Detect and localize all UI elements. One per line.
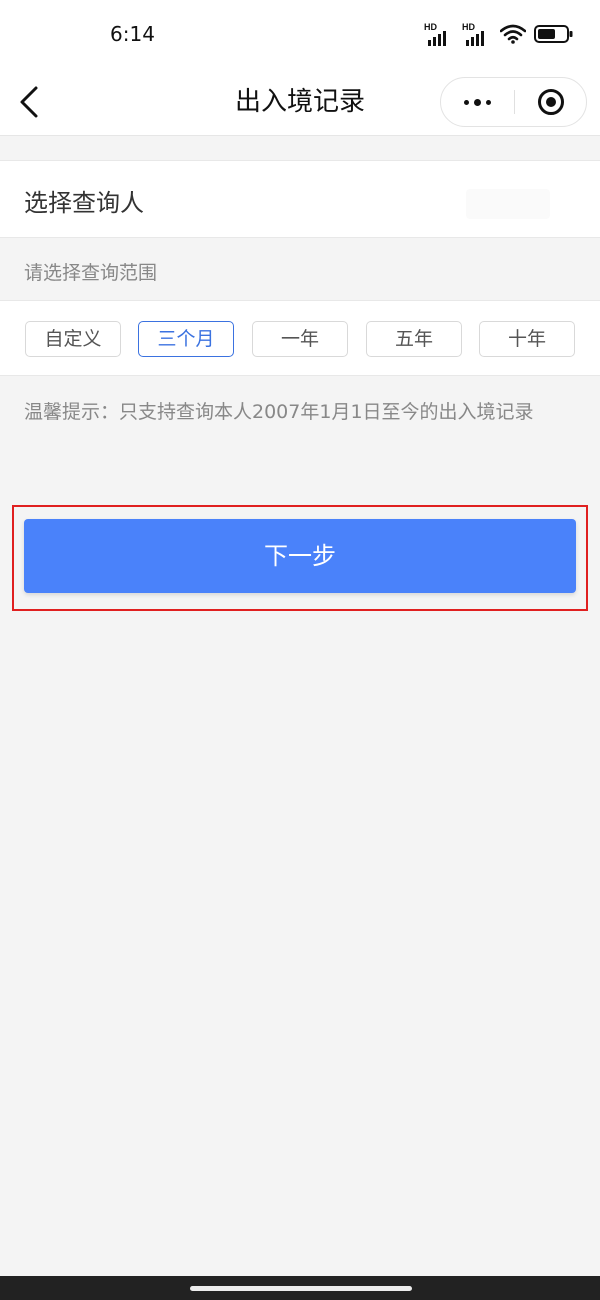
range-heading: 请选择查询范围 xyxy=(24,262,158,284)
home-indicator[interactable] xyxy=(190,1286,412,1291)
cellular-signal-icon: HD xyxy=(462,22,492,46)
more-dots-icon xyxy=(464,99,469,105)
range-option-five-years[interactable]: 五年 xyxy=(366,321,462,357)
query-person-value[interactable] xyxy=(466,189,550,219)
battery-icon xyxy=(534,25,573,43)
nav-bar: 出入境记录 xyxy=(0,68,600,136)
wifi-icon xyxy=(500,24,526,44)
next-step-button[interactable]: 下一步 xyxy=(24,519,576,593)
gesture-bar xyxy=(0,1276,600,1300)
status-icons: HD HD xyxy=(424,20,574,48)
target-circle-icon xyxy=(538,89,564,115)
select-query-person-row[interactable]: 选择查询人 xyxy=(0,160,600,238)
range-option-custom[interactable]: 自定义 xyxy=(25,321,121,357)
battery-fill xyxy=(538,29,555,39)
range-option-ten-years[interactable]: 十年 xyxy=(479,321,575,357)
range-option-one-year[interactable]: 一年 xyxy=(252,321,348,357)
range-options: 自定义 三个月 一年 五年 十年 xyxy=(0,300,600,376)
status-time: 6:14 xyxy=(110,22,155,46)
more-button[interactable] xyxy=(441,78,514,126)
mini-program-capsule xyxy=(440,77,587,127)
select-query-person-label: 选择查询人 xyxy=(24,189,144,217)
status-bar: 6:14 HD HD xyxy=(0,0,600,68)
cellular-signal-icon: HD xyxy=(424,22,454,46)
tip-text: 温馨提示：只支持查询本人2007年1月1日至今的出入境记录 xyxy=(24,401,534,423)
close-button[interactable] xyxy=(515,78,587,126)
range-option-three-months[interactable]: 三个月 xyxy=(138,321,234,357)
